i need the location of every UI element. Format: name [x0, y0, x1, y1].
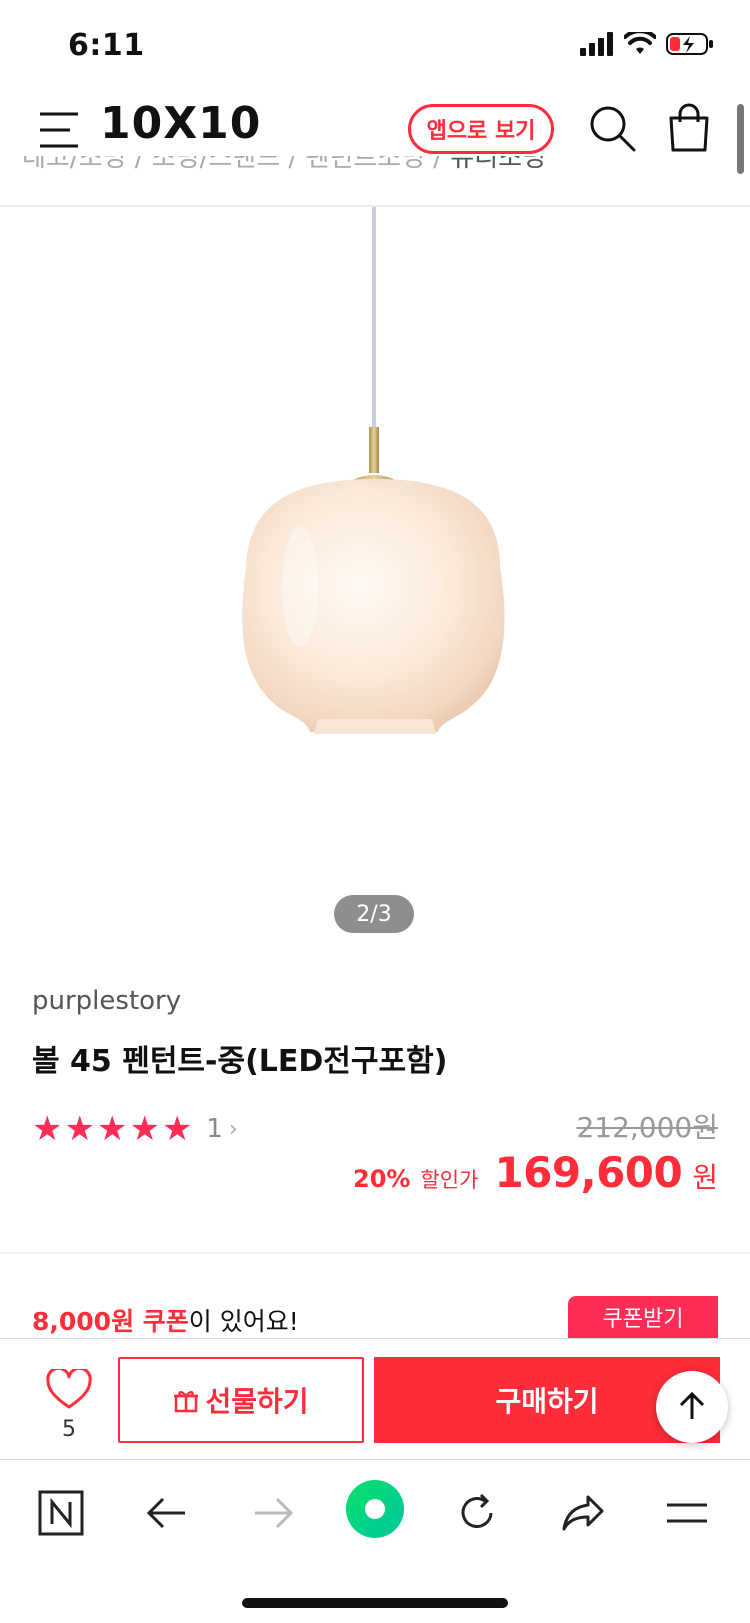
wifi-icon — [624, 32, 656, 54]
sale-price-row: 20% 할인가 169,600 원 — [353, 1148, 718, 1197]
rating[interactable]: ★ ★ ★ ★ ★ 1 › — [32, 1112, 238, 1146]
refresh-button[interactable] — [446, 1482, 508, 1544]
sale-price: 169,600 — [494, 1148, 683, 1197]
forward-arrow-icon — [255, 1497, 294, 1529]
star-icon: ★ — [32, 1109, 63, 1149]
naver-home-button[interactable] — [30, 1482, 92, 1544]
star-icon: ★ — [129, 1109, 160, 1149]
discount-percent: 20% — [353, 1165, 411, 1193]
product-title: 볼 45 펜턴트-중(LED전구포함) — [32, 1044, 448, 1079]
hamburger-icon — [667, 1503, 707, 1523]
breadcrumb-separator: / — [134, 156, 144, 173]
breadcrumb-separator: / — [433, 156, 443, 173]
status-bar: 6:11 — [0, 0, 750, 92]
coupon-notice: 8,000원 쿠폰이 있어요! — [32, 1302, 299, 1338]
status-time: 6:11 — [68, 28, 145, 63]
breadcrumb: 데코/조명 / 조명/스탠드 / 펜던트조명 / 유리조명 — [22, 156, 750, 182]
breadcrumb-item[interactable]: 데코/조명 — [22, 156, 126, 171]
refresh-icon — [461, 1493, 493, 1528]
gift-button-label: 선물하기 — [205, 1385, 309, 1418]
share-button[interactable] — [552, 1482, 614, 1544]
star-icon: ★ — [161, 1109, 193, 1149]
status-icons — [580, 32, 714, 56]
battery-icon — [666, 33, 713, 55]
share-icon — [562, 1495, 604, 1531]
get-coupon-button[interactable]: 쿠폰받기 — [568, 1296, 718, 1338]
forward-button[interactable] — [242, 1482, 304, 1544]
gift-button[interactable]: 선물하기 — [118, 1357, 364, 1443]
chevron-right-icon[interactable]: › — [229, 1117, 238, 1142]
green-dot-button[interactable] — [344, 1478, 406, 1540]
breadcrumb-item[interactable]: 유리조명 — [450, 156, 546, 171]
arrow-up-icon — [679, 1391, 705, 1419]
gift-icon — [174, 1391, 199, 1413]
heart-icon — [46, 1366, 92, 1409]
star-icon: ★ — [64, 1109, 95, 1149]
menu-icon[interactable] — [38, 110, 80, 150]
coupon-suffix: 이 있어요! — [188, 1307, 299, 1336]
browser-menu-button[interactable] — [656, 1482, 718, 1544]
wish-count: 5 — [62, 1417, 76, 1442]
naver-n-icon — [38, 1490, 84, 1536]
breadcrumb-separator: / — [288, 156, 298, 173]
cellular-signal-icon — [580, 32, 613, 56]
product-image-carousel[interactable] — [0, 207, 750, 947]
back-arrow-icon — [146, 1497, 185, 1529]
sale-currency: 원 — [692, 1161, 718, 1194]
review-count[interactable]: 1 — [206, 1114, 223, 1144]
discount-label: 할인가 — [420, 1168, 479, 1192]
breadcrumb-item[interactable]: 펜던트조명 — [305, 156, 425, 171]
home-indicator — [242, 1598, 508, 1608]
scroll-to-top-button[interactable] — [656, 1371, 728, 1443]
divider — [0, 1252, 750, 1254]
star-icon: ★ — [96, 1109, 128, 1149]
wish-button[interactable]: 5 — [44, 1366, 94, 1442]
open-in-app-button[interactable]: 앱으로 보기 — [408, 104, 554, 154]
coupon-amount: 8,000원 쿠폰 — [32, 1307, 189, 1336]
back-button[interactable] — [136, 1482, 198, 1544]
shopping-bag-icon[interactable] — [666, 102, 712, 154]
breadcrumb-item[interactable]: 조명/스탠드 — [152, 156, 280, 171]
logo[interactable]: 10X10 — [100, 98, 261, 149]
search-icon[interactable] — [588, 104, 636, 154]
original-price: 212,000원 — [576, 1111, 718, 1144]
purchase-action-bar: 5 선물하기 구매하기 — [0, 1338, 750, 1460]
pendant-lamp-image — [242, 207, 505, 734]
green-dot-icon — [346, 1480, 404, 1538]
brand-name[interactable]: purplestory — [32, 986, 181, 1016]
image-pager: 2/3 — [334, 895, 414, 933]
